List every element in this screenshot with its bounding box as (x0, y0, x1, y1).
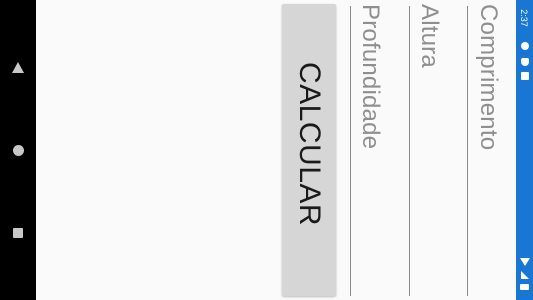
status-time: 2:37 (519, 9, 529, 27)
shield-icon (521, 58, 529, 66)
signal-icon (521, 271, 529, 279)
home-icon[interactable] (0, 132, 36, 168)
profundidade-input[interactable]: Profundidade (356, 4, 384, 149)
comprimento-underline (467, 6, 468, 296)
altura-underline (409, 6, 410, 296)
profundidade-underline (350, 6, 351, 296)
calculate-button[interactable]: CALCULAR (282, 4, 336, 296)
recents-icon[interactable] (0, 215, 36, 251)
gear-icon (521, 42, 529, 50)
battery-icon (520, 284, 529, 290)
comprimento-input[interactable]: Comprimento (474, 4, 502, 150)
back-icon[interactable] (0, 49, 36, 85)
sim-icon (521, 72, 529, 80)
altura-input[interactable]: Altura (415, 4, 443, 68)
wifi-icon (520, 258, 530, 266)
navigation-bar (0, 0, 36, 300)
calculate-button-label: CALCULAR (293, 62, 326, 227)
status-bar: 2:37 (516, 0, 533, 300)
